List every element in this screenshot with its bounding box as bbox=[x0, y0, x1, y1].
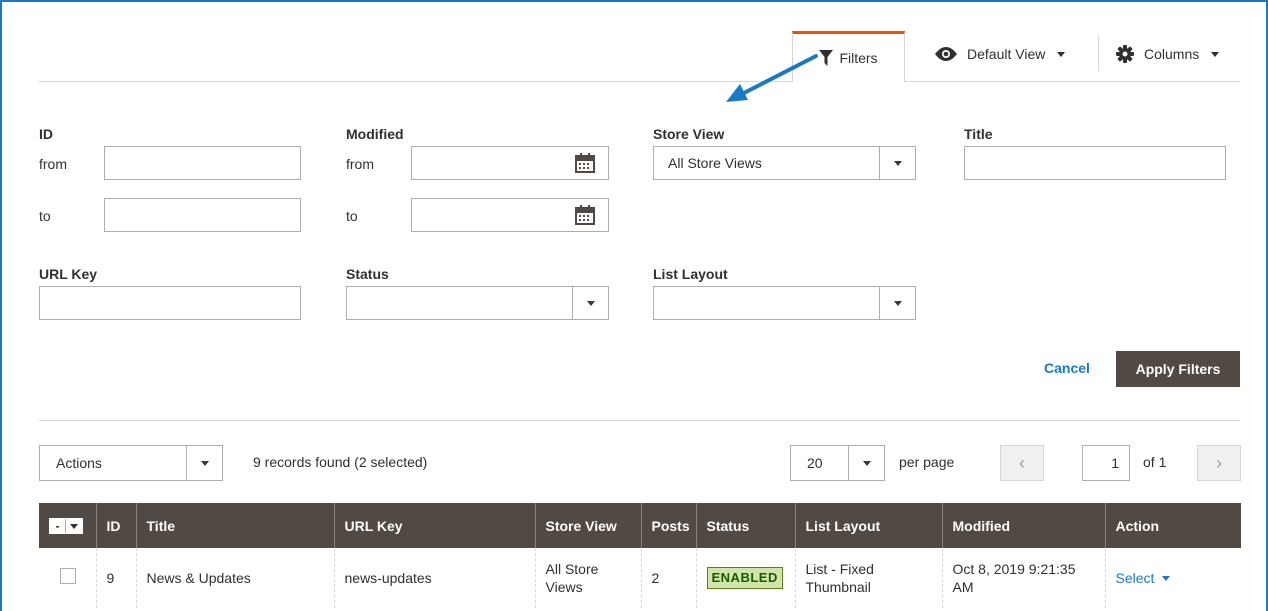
table-header-row: - ID Title URL Key Store View Posts Stat… bbox=[39, 503, 1241, 548]
pointer-arrow-icon bbox=[726, 54, 818, 102]
cell-id: 9 bbox=[95, 548, 136, 608]
title-filter-label: Title bbox=[964, 126, 993, 142]
chevron-down-icon bbox=[70, 523, 78, 529]
actions-dropdown-toggle[interactable] bbox=[186, 446, 222, 480]
status-select[interactable] bbox=[346, 286, 609, 320]
cell-title: News & Updates bbox=[135, 548, 334, 608]
per-page-dropdown-toggle[interactable] bbox=[848, 446, 884, 480]
chevron-down-icon bbox=[893, 300, 902, 306]
cancel-button[interactable]: Cancel bbox=[1044, 360, 1090, 376]
cell-list-layout: List - Fixed Thumbnail bbox=[794, 548, 942, 608]
column-header-status[interactable]: Status bbox=[695, 503, 795, 548]
per-page-value: 20 bbox=[807, 455, 823, 471]
mass-select-control[interactable]: - bbox=[49, 518, 83, 534]
column-header-posts[interactable]: Posts bbox=[640, 503, 696, 548]
cell-status: ENABLED bbox=[695, 548, 795, 608]
cell-modified: Oct 8, 2019 9:21:35 AM bbox=[941, 548, 1105, 608]
filters-label: Filters bbox=[839, 50, 878, 66]
eye-icon bbox=[935, 47, 957, 61]
chevron-down-icon bbox=[1162, 575, 1171, 581]
cell-store-view: All Store Views bbox=[534, 548, 641, 608]
store-view-value: All Store Views bbox=[668, 155, 762, 171]
chevron-down-icon bbox=[862, 460, 871, 466]
chevron-down-icon bbox=[1211, 51, 1220, 57]
toolbar-divider bbox=[904, 81, 1240, 82]
chevron-down-icon bbox=[893, 160, 902, 166]
modified-to-label: to bbox=[346, 208, 358, 224]
status-filter-label: Status bbox=[346, 266, 389, 282]
row-checkbox[interactable] bbox=[60, 568, 76, 584]
default-view-button[interactable]: Default View bbox=[935, 42, 1066, 66]
row-action-label: Select bbox=[1115, 570, 1155, 586]
column-header-list-layout[interactable]: List Layout bbox=[794, 503, 942, 548]
per-page-select[interactable]: 20 bbox=[790, 445, 885, 481]
id-to-input[interactable] bbox=[104, 198, 301, 232]
store-view-filter-label: Store View bbox=[653, 126, 725, 142]
gear-icon bbox=[1116, 45, 1134, 63]
columns-label: Columns bbox=[1144, 46, 1200, 62]
url-key-input[interactable] bbox=[39, 286, 301, 320]
table-row[interactable]: 9 News & Updates news-updates All Store … bbox=[39, 548, 1241, 608]
chevron-left-icon: ‹ bbox=[1019, 452, 1025, 473]
default-view-label: Default View bbox=[967, 46, 1046, 62]
column-header-title[interactable]: Title bbox=[135, 503, 334, 548]
previous-page-button[interactable]: ‹ bbox=[1000, 445, 1044, 481]
column-header-action: Action bbox=[1104, 503, 1241, 548]
mass-select-header[interactable]: - bbox=[39, 503, 96, 548]
next-page-button[interactable]: › bbox=[1197, 445, 1241, 481]
column-header-store-view[interactable]: Store View bbox=[534, 503, 641, 548]
list-layout-dropdown-toggle[interactable] bbox=[879, 287, 915, 319]
funnel-icon bbox=[819, 50, 834, 66]
page-number-input[interactable] bbox=[1082, 445, 1130, 481]
column-header-url-key[interactable]: URL Key bbox=[333, 503, 535, 548]
store-view-select[interactable]: All Store Views bbox=[653, 146, 916, 180]
id-to-label: to bbox=[39, 208, 51, 224]
modified-filter-label: Modified bbox=[346, 126, 404, 142]
row-action-select[interactable]: Select bbox=[1116, 569, 1171, 587]
page-total: of 1 bbox=[1143, 454, 1167, 470]
records-count: 9 records found (2 selected) bbox=[253, 454, 428, 470]
modified-from-label: from bbox=[346, 156, 374, 172]
toolbar-separator bbox=[1098, 35, 1099, 71]
list-layout-select[interactable] bbox=[653, 286, 916, 320]
calendar-icon[interactable] bbox=[575, 205, 595, 225]
status-dropdown-toggle[interactable] bbox=[572, 287, 608, 319]
title-input[interactable] bbox=[964, 146, 1226, 180]
cell-action: Select bbox=[1104, 548, 1241, 608]
column-header-modified[interactable]: Modified bbox=[941, 503, 1105, 548]
chevron-down-icon bbox=[1057, 51, 1066, 57]
list-layout-filter-label: List Layout bbox=[653, 266, 728, 282]
cell-url-key: news-updates bbox=[333, 548, 535, 608]
filters-divider bbox=[39, 420, 1240, 421]
column-header-id[interactable]: ID bbox=[95, 503, 136, 548]
row-checkbox-cell bbox=[39, 548, 96, 608]
apply-filters-button[interactable]: Apply Filters bbox=[1116, 351, 1240, 387]
id-from-input[interactable] bbox=[104, 146, 301, 180]
status-badge: ENABLED bbox=[706, 567, 783, 589]
chevron-down-icon bbox=[586, 300, 595, 306]
toolbar-divider bbox=[39, 81, 793, 82]
minus-icon: - bbox=[50, 519, 66, 533]
id-from-label: from bbox=[39, 156, 67, 172]
calendar-icon[interactable] bbox=[575, 153, 595, 173]
chevron-right-icon: › bbox=[1216, 452, 1222, 473]
columns-button[interactable]: Columns bbox=[1116, 42, 1220, 66]
actions-label: Actions bbox=[56, 455, 102, 471]
posts-grid: - ID Title URL Key Store View Posts Stat… bbox=[39, 503, 1241, 608]
mass-actions-select[interactable]: Actions bbox=[39, 445, 223, 481]
cell-posts: 2 bbox=[640, 548, 696, 608]
url-key-filter-label: URL Key bbox=[39, 266, 98, 282]
chevron-down-icon bbox=[200, 460, 209, 466]
per-page-label: per page bbox=[899, 454, 955, 470]
id-filter-label: ID bbox=[39, 126, 53, 142]
store-view-dropdown-toggle[interactable] bbox=[879, 147, 915, 179]
